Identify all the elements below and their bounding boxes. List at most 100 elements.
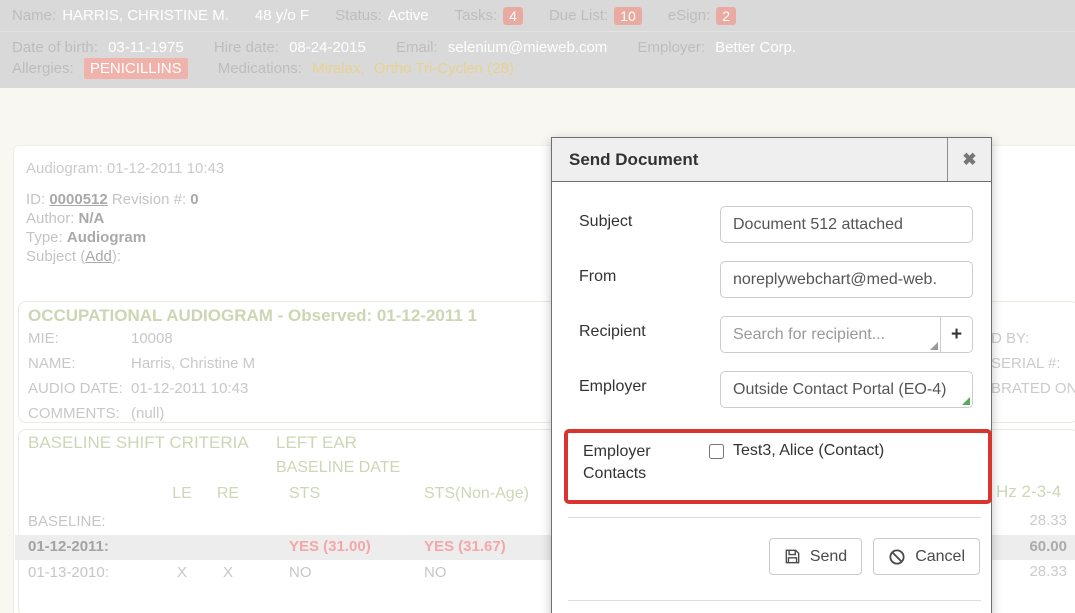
row-label: BASELINE: xyxy=(28,513,106,530)
medication-link[interactable]: Miralax, xyxy=(312,60,365,77)
cancel-button-label: Cancel xyxy=(915,548,965,566)
field-label: NAME: xyxy=(28,355,76,372)
patient-header: Name: HARRIS, CHRISTINE M. 48 y/o F Stat… xyxy=(0,0,1075,88)
ban-icon xyxy=(888,548,906,566)
tasks-count-badge[interactable]: 4 xyxy=(503,7,523,25)
resize-grip-icon[interactable] xyxy=(930,342,938,350)
subject-input[interactable] xyxy=(720,206,973,243)
patient-header-row3: Allergies: PENICILLINS Medications: Mira… xyxy=(12,58,1075,79)
recipient-placeholder: Search for recipient... xyxy=(733,326,885,343)
send-document-dialog: Send Document ✖ Subject From Recipient S… xyxy=(551,137,992,613)
save-icon xyxy=(784,548,801,565)
row-label: 01-13-2010: xyxy=(28,564,109,581)
webchart-screen: Name: HARRIS, CHRISTINE M. 48 y/o F Stat… xyxy=(0,0,1075,613)
contact-option-label: Test3, Alice (Contact) xyxy=(733,442,884,460)
id-label: ID: xyxy=(26,191,45,208)
cell-sts-nonage: NO xyxy=(424,564,447,581)
esign-count-badge[interactable]: 2 xyxy=(716,7,736,25)
row-label: 01-12-2011: xyxy=(28,538,109,555)
clipped-field-fragment: BRATED ON xyxy=(991,380,1075,397)
employer-label: Employer: xyxy=(637,39,705,56)
column-header-sts: STS xyxy=(289,485,320,503)
contact-option[interactable]: Test3, Alice (Contact) xyxy=(709,438,884,460)
hire-date-label: Hire date: xyxy=(214,39,279,56)
recipient-label: Recipient xyxy=(579,316,720,341)
employer-select[interactable]: Outside Contact Portal (EO-4) xyxy=(720,371,973,408)
dialog-header: Send Document ✖ xyxy=(552,138,991,182)
send-button-label: Send xyxy=(810,548,847,566)
allergies-label: Allergies: xyxy=(12,60,74,77)
clipped-field-fragment: D BY: xyxy=(991,330,1029,347)
dialog-body: Subject From Recipient Search for recipi… xyxy=(552,182,991,601)
cell-hz: 28.33 xyxy=(1029,512,1067,529)
email-label: Email: xyxy=(396,39,438,56)
from-input[interactable] xyxy=(720,261,973,298)
dialog-actions: Send Cancel xyxy=(579,538,980,575)
patient-age-sex: 48 y/o F xyxy=(255,7,309,24)
hire-date-value: 08-24-2015 xyxy=(289,39,366,56)
employer-selected-value: Outside Contact Portal (EO-4) xyxy=(733,381,946,398)
revision-value: 0 xyxy=(190,191,198,208)
left-ear-heading: LEFT EAR xyxy=(276,433,357,453)
cell-sts: NO xyxy=(289,564,312,581)
allergy-badge[interactable]: PENICILLINS xyxy=(84,58,188,79)
cell-sts: YES (31.00) xyxy=(289,538,371,555)
cell-re: X xyxy=(206,564,250,581)
cell-sts-nonage: YES (31.67) xyxy=(424,538,506,555)
dob-value: 03-11-1975 xyxy=(108,39,184,56)
cell-le: X xyxy=(160,564,204,581)
subject-row: Subject xyxy=(579,206,980,243)
status-value: Active xyxy=(388,7,429,24)
recipient-row: Recipient Search for recipient... + xyxy=(579,316,980,353)
document-id-link[interactable]: 0000512 xyxy=(49,191,107,208)
document-author-line: Author: N/A xyxy=(26,210,104,227)
patient-header-row1: Name: HARRIS, CHRISTINE M. 48 y/o F Stat… xyxy=(0,0,1075,32)
resize-grip-icon[interactable] xyxy=(962,397,970,405)
document-id-line: ID: 0000512 Revision #: 0 xyxy=(26,191,199,208)
author-value: N/A xyxy=(79,210,105,227)
due-list-count-badge[interactable]: 10 xyxy=(614,7,642,25)
recipient-search-input[interactable]: Search for recipient... xyxy=(720,316,941,353)
cancel-button[interactable]: Cancel xyxy=(873,538,980,575)
column-header-le: LE xyxy=(160,485,204,503)
from-row: From xyxy=(579,261,980,298)
email-value: selenium@mieweb.com xyxy=(448,39,607,56)
document-subject-line: Subject (Add): xyxy=(26,248,121,265)
recipient-input-group: Search for recipient... + xyxy=(720,316,973,353)
status-label: Status: xyxy=(335,7,382,24)
medication-link[interactable]: Ortho Tri-Cyclen (28) xyxy=(374,60,514,77)
contact-checkbox[interactable] xyxy=(709,444,724,459)
due-list-label: Due List: xyxy=(549,7,608,24)
patient-header-details: Date of birth: 03-11-1975 Hire date: 08-… xyxy=(0,32,1075,79)
document-header: Audiogram: 01-12-2011 10:43 xyxy=(26,160,224,177)
employer-field-label: Employer xyxy=(579,371,720,396)
close-icon: ✖ xyxy=(962,150,976,170)
document-type-line: Type: Audiogram xyxy=(26,229,146,246)
plus-icon: + xyxy=(951,324,962,345)
employer-value: Better Corp. xyxy=(715,39,796,56)
dialog-title: Send Document xyxy=(552,138,947,181)
column-header-re: RE xyxy=(206,485,250,503)
subject-add-link[interactable]: Add xyxy=(85,248,112,265)
divider xyxy=(568,517,981,518)
divider xyxy=(568,600,981,601)
send-button[interactable]: Send xyxy=(769,538,862,575)
field-value: Harris, Christine M xyxy=(131,355,255,372)
column-header-hz: Hz 2-3-4 xyxy=(996,482,1061,502)
field-value: (null) xyxy=(131,405,164,422)
esign-label: eSign: xyxy=(668,7,711,24)
from-label: From xyxy=(579,261,720,286)
clipped-field-fragment: SERIAL #: xyxy=(991,355,1060,372)
medications-label: Medications: xyxy=(218,60,302,77)
revision-label: Revision #: xyxy=(112,191,186,208)
field-label: COMMENTS: xyxy=(28,405,120,422)
patient-header-row2: Date of birth: 03-11-1975 Hire date: 08-… xyxy=(12,37,1075,58)
type-value: Audiogram xyxy=(67,229,146,246)
close-button[interactable]: ✖ xyxy=(947,138,991,181)
field-label: AUDIO DATE: xyxy=(28,380,123,397)
subject-label: Subject xyxy=(579,206,720,231)
author-label: Author: xyxy=(26,210,74,227)
cell-hz: 28.33 xyxy=(1029,563,1067,580)
add-recipient-button[interactable]: + xyxy=(940,316,973,353)
patient-name: HARRIS, CHRISTINE M. xyxy=(62,7,229,24)
